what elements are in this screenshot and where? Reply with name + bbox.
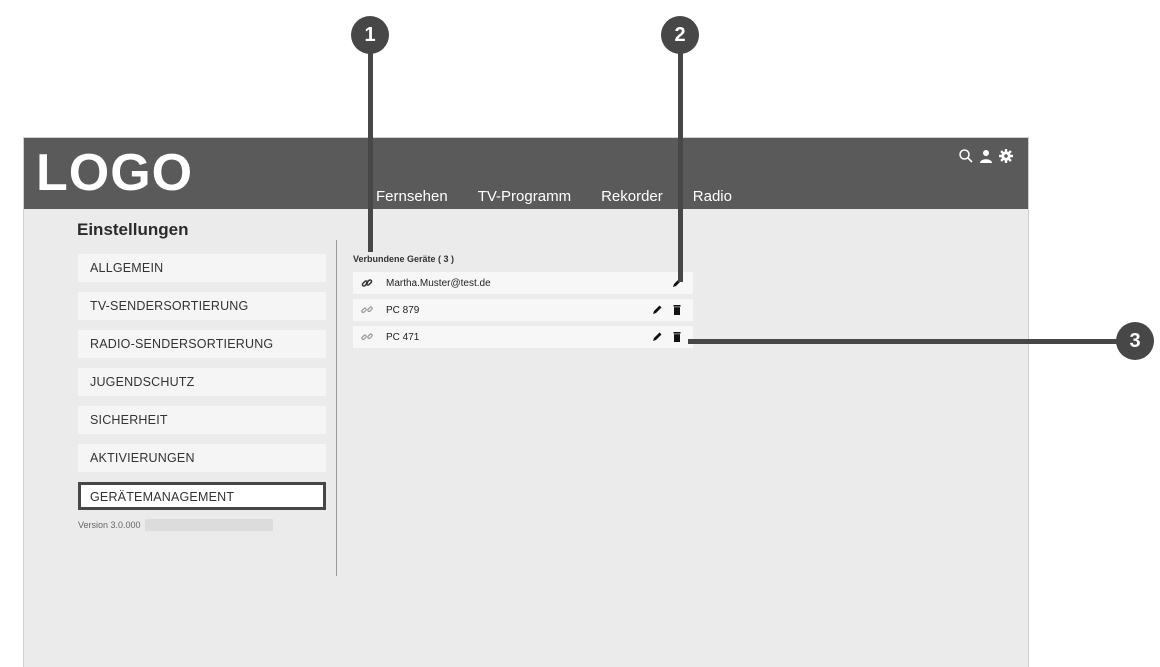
menu-item-radio-sendersortierung[interactable]: RADIO-SENDERSORTIERUNG: [78, 330, 326, 358]
menu-item-tv-sendersortierung[interactable]: TV-SENDERSORTIERUNG: [78, 292, 326, 320]
callout-3-line: [688, 339, 1118, 344]
device-row[interactable]: PC 879: [353, 299, 693, 321]
callout-1: 1: [351, 16, 389, 54]
search-icon[interactable]: [958, 148, 974, 164]
nav-item-fernsehen[interactable]: Fernsehen: [376, 188, 448, 205]
version-row: Version 3.0.000: [78, 519, 273, 531]
device-row[interactable]: PC 471: [353, 326, 693, 348]
callout-2-line: [678, 40, 683, 282]
device-name: PC 471: [386, 331, 420, 343]
callout-3: 3: [1116, 322, 1154, 360]
sidebar-divider: [336, 240, 337, 576]
nav-item-radio[interactable]: Radio: [693, 188, 732, 205]
menu-item-allgemein[interactable]: ALLGEMEIN: [78, 254, 326, 282]
app-window: LOGO Fernsehen TV-Programm Rekorder Radi…: [24, 138, 1028, 667]
trash-icon[interactable]: [671, 304, 683, 316]
edit-icon[interactable]: [651, 331, 663, 343]
unlink-icon: [361, 306, 373, 314]
menu-item-jugendschutz[interactable]: JUGENDSCHUTZ: [78, 368, 326, 396]
version-placeholder-bar: [144, 519, 273, 531]
callout-1-line: [368, 40, 373, 252]
logo: LOGO: [36, 144, 194, 202]
callout-2: 2: [661, 16, 699, 54]
settings-title: Einstellungen: [77, 220, 189, 239]
user-icon[interactable]: [978, 148, 994, 164]
menu-item-aktivierungen[interactable]: AKTIVIERUNGEN: [78, 444, 326, 472]
menu-item-geraetemanagement[interactable]: GERÄTEMANAGEMENT: [78, 482, 326, 510]
device-list: Martha.Muster@test.de PC 879 PC 471: [353, 272, 693, 353]
menu-item-sicherheit[interactable]: SICHERHEIT: [78, 406, 326, 434]
nav-item-rekorder[interactable]: Rekorder: [601, 188, 663, 205]
top-bar: LOGO Fernsehen TV-Programm Rekorder Radi…: [24, 138, 1028, 209]
version-label: Version 3.0.000: [78, 520, 141, 530]
device-row[interactable]: Martha.Muster@test.de: [353, 272, 693, 294]
unlink-icon: [361, 333, 373, 341]
settings-menu: ALLGEMEIN TV-SENDERSORTIERUNG RADIO-SEND…: [78, 254, 326, 520]
device-name: Martha.Muster@test.de: [386, 277, 491, 289]
trash-icon[interactable]: [671, 331, 683, 343]
edit-icon[interactable]: [651, 304, 663, 316]
gear-icon[interactable]: [998, 148, 1014, 164]
device-name: PC 879: [386, 304, 420, 316]
header-icons: [958, 148, 1014, 164]
link-icon: [361, 279, 373, 287]
nav-item-tv-programm[interactable]: TV-Programm: [478, 188, 571, 205]
main-nav: Fernsehen TV-Programm Rekorder Radio: [376, 188, 762, 205]
devices-title: Verbundene Geräte ( 3 ): [353, 254, 455, 264]
